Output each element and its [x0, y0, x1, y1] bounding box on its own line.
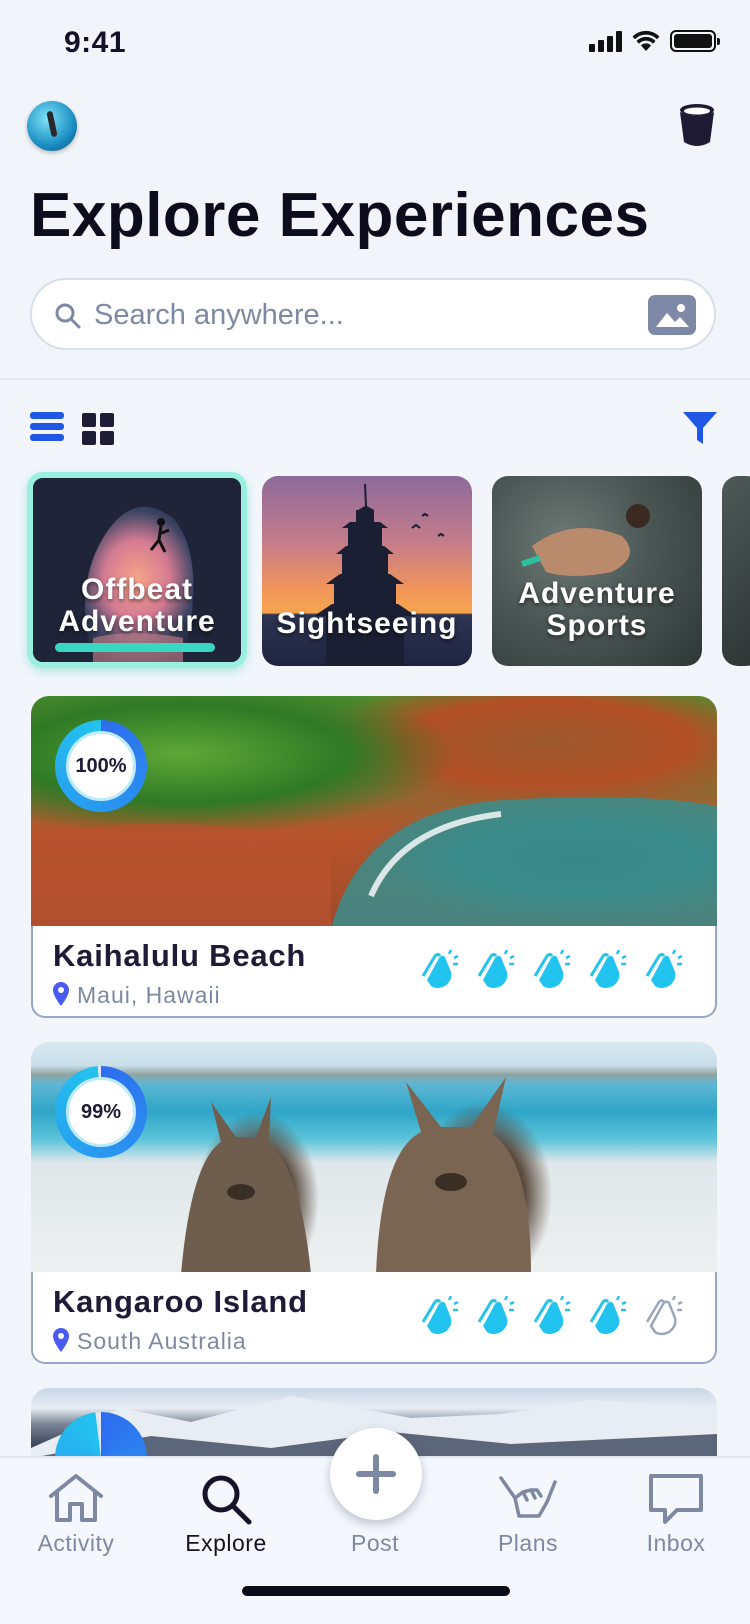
- image-icon: [656, 304, 689, 327]
- search-input[interactable]: [94, 294, 634, 336]
- tab-label: Plans: [497, 1530, 559, 1556]
- search-bar[interactable]: [30, 278, 716, 350]
- experience-location: South Australia: [77, 1328, 247, 1354]
- match-score: 100%: [66, 731, 136, 801]
- tab-label: Inbox: [646, 1530, 706, 1556]
- category-label: Offbeat Adventure: [58, 573, 216, 638]
- experience-name: Kaihalulu Beach: [53, 938, 307, 973]
- tab-label: Activity: [37, 1530, 115, 1556]
- clap-icon: [533, 950, 571, 988]
- list-view-toggle[interactable]: [30, 412, 64, 446]
- experience-photo: 99%: [31, 1042, 717, 1274]
- filter-icon[interactable]: [682, 410, 718, 446]
- experience-photo: 100%: [31, 696, 717, 928]
- tab-inbox[interactable]: Inbox: [616, 1458, 736, 1578]
- category-offbeat-adventure[interactable]: Offbeat Adventure: [27, 472, 247, 668]
- tab-label: Post: [350, 1530, 400, 1556]
- search-icon: [55, 303, 81, 329]
- clap-icon: [589, 950, 627, 988]
- tab-label: Explore: [185, 1530, 267, 1556]
- tab-activity[interactable]: Activity: [16, 1458, 136, 1578]
- category-label: Sightseeing: [276, 607, 458, 640]
- category-label: Adventure Sports: [518, 577, 676, 642]
- status-icons: [589, 30, 720, 52]
- category-adventure-sports[interactable]: Adventure Sports: [492, 476, 702, 666]
- location-pin-icon: [53, 1328, 69, 1352]
- image-search-button[interactable]: [648, 295, 696, 335]
- experience-name: Kangaroo Island: [53, 1284, 308, 1319]
- match-score: 99%: [66, 1077, 136, 1147]
- bucket-list-icon[interactable]: [678, 102, 716, 148]
- tab-plans[interactable]: Plans: [468, 1458, 588, 1578]
- clap-icon: [421, 1296, 459, 1334]
- experience-location: Maui, Hawaii: [77, 982, 221, 1008]
- tab-explore[interactable]: Explore: [166, 1458, 286, 1578]
- header: 9:41 Explore Experiences: [0, 0, 750, 380]
- category-sightseeing[interactable]: Sightseeing: [262, 476, 472, 666]
- selected-indicator: [55, 643, 215, 652]
- match-score-ring: 100%: [55, 720, 147, 812]
- category-next[interactable]: [722, 476, 750, 666]
- status-time: 9:41: [64, 26, 127, 59]
- shaka-hand-icon: [499, 1476, 557, 1518]
- experience-card[interactable]: 100% Kaihalulu Beach Maui, Hawaii: [31, 696, 717, 1020]
- home-indicator: [242, 1586, 510, 1596]
- cellular-signal-icon: [589, 30, 622, 52]
- experience-info: Kaihalulu Beach Maui, Hawaii: [31, 926, 717, 1018]
- clap-icon: [533, 1296, 571, 1334]
- chat-bubble-icon: [649, 1474, 703, 1524]
- battery-icon: [670, 30, 720, 52]
- grid-view-toggle[interactable]: [82, 413, 114, 445]
- clap-icon: [645, 950, 683, 988]
- search-icon: [202, 1475, 252, 1525]
- clap-rating: [421, 950, 683, 990]
- page-title: Explore Experiences: [30, 181, 650, 250]
- clap-icon-empty: [645, 1296, 683, 1336]
- experience-info: Kangaroo Island South Australia: [31, 1272, 717, 1364]
- clap-icon: [421, 950, 459, 988]
- clap-icon: [477, 950, 515, 988]
- post-button[interactable]: [330, 1428, 422, 1520]
- match-score-ring: 99%: [55, 1066, 147, 1158]
- experience-card[interactable]: 99% Kangaroo Island South Australia: [31, 1042, 717, 1366]
- location-pin-icon: [53, 982, 69, 1006]
- home-icon: [49, 1474, 103, 1522]
- clap-rating: [421, 1296, 683, 1336]
- wifi-icon: [632, 30, 660, 51]
- clap-icon: [477, 1296, 515, 1334]
- clap-icon: [589, 1296, 627, 1334]
- avatar[interactable]: [27, 101, 77, 151]
